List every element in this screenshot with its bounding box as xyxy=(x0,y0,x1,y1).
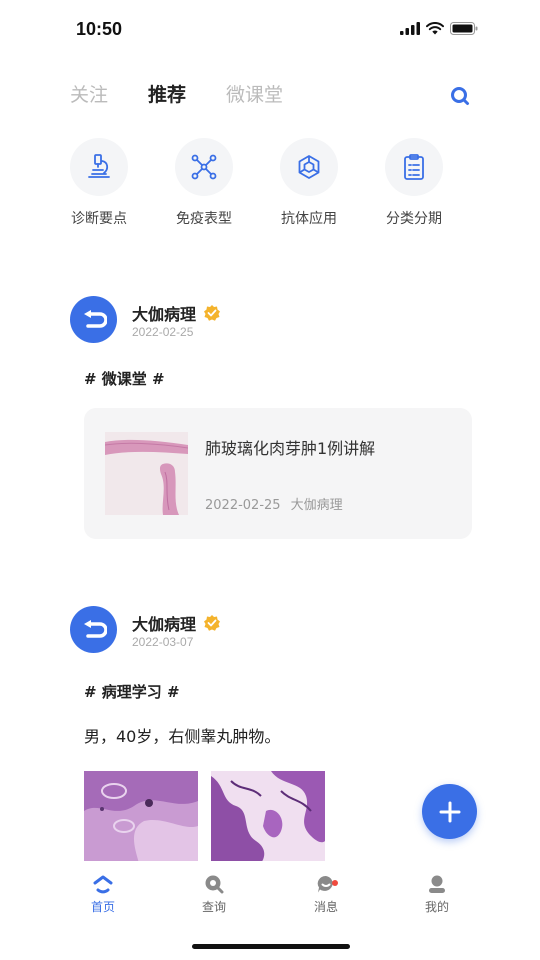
plus-icon xyxy=(439,801,460,822)
post-text: 男，40岁，右侧睾丸肿物。 xyxy=(84,727,281,746)
nav-label: 首页 xyxy=(90,900,115,914)
search-icon xyxy=(205,875,224,894)
post-images xyxy=(84,771,325,863)
card-meta: 2022-02-25 大伽病理 xyxy=(205,494,343,513)
unread-badge xyxy=(332,880,338,886)
author-row[interactable]: 大伽病理 xyxy=(132,611,221,635)
nav-search[interactable]: 查询 xyxy=(184,873,244,915)
nav-label: 查询 xyxy=(201,900,226,914)
card-date: 2022-02-25 xyxy=(205,498,281,513)
logo-icon xyxy=(83,619,107,638)
category-antibody[interactable]: 抗体应用 xyxy=(269,138,349,228)
card-source: 大伽病理 xyxy=(290,498,343,513)
molecule-icon xyxy=(191,154,217,180)
avatar[interactable] xyxy=(70,296,117,343)
nav-home[interactable]: 首页 xyxy=(73,873,133,915)
category-label: 免疫表型 xyxy=(176,211,232,227)
profile-icon xyxy=(429,875,445,893)
category-diagnosis[interactable]: 诊断要点 xyxy=(59,138,139,228)
avatar[interactable] xyxy=(70,606,117,653)
nav-messages[interactable]: 消息 xyxy=(296,873,356,915)
signal-icon xyxy=(400,22,420,35)
post-image[interactable] xyxy=(84,771,198,863)
nav-label: 消息 xyxy=(313,900,338,914)
logo-icon xyxy=(83,309,107,328)
post-topic[interactable]: # 微课堂 # xyxy=(84,368,165,389)
status-time: 10:50 xyxy=(76,19,123,39)
home-icon xyxy=(93,875,113,894)
author-row[interactable]: 大伽病理 xyxy=(132,301,221,325)
category-immunophenotype[interactable]: 免疫表型 xyxy=(164,138,244,228)
verified-badge-icon xyxy=(204,305,221,321)
hexagon-network-icon xyxy=(298,155,320,179)
nav-label: 我的 xyxy=(424,900,449,914)
category-label: 分类分期 xyxy=(386,211,442,227)
top-tabs: 关注 推荐 微课堂 xyxy=(70,80,283,107)
author-name: 大伽病理 xyxy=(132,615,197,634)
post-date: 2022-03-07 xyxy=(132,635,194,649)
verified-badge-icon xyxy=(204,615,221,631)
category-label: 抗体应用 xyxy=(281,211,337,227)
wifi-icon xyxy=(426,22,444,35)
tab-follow[interactable]: 关注 xyxy=(70,80,108,107)
course-card[interactable]: 肺玻璃化肉芽肿1例讲解 2022-02-25 大伽病理 xyxy=(84,408,472,539)
tab-recommend[interactable]: 推荐 xyxy=(148,80,186,107)
nav-profile[interactable]: 我的 xyxy=(407,873,467,915)
card-title: 肺玻璃化肉芽肿1例讲解 xyxy=(205,439,376,458)
post-topic[interactable]: # 病理学习 # xyxy=(84,681,180,702)
search-button[interactable] xyxy=(448,84,472,108)
status-bar: 10:50 xyxy=(0,0,540,60)
clipboard-icon xyxy=(404,154,424,180)
author-name: 大伽病理 xyxy=(132,305,197,324)
category-label: 诊断要点 xyxy=(71,211,127,227)
battery-icon xyxy=(450,22,478,35)
microscope-icon xyxy=(88,154,110,178)
create-post-button[interactable] xyxy=(422,784,477,839)
search-icon xyxy=(451,87,469,105)
post-date: 2022-02-25 xyxy=(132,325,194,339)
tab-micro-class[interactable]: 微课堂 xyxy=(226,80,283,107)
category-staging[interactable]: 分类分期 xyxy=(374,138,454,228)
status-icons xyxy=(400,22,478,35)
home-indicator xyxy=(192,944,350,949)
card-thumbnail xyxy=(105,432,188,515)
post-image[interactable] xyxy=(211,771,325,863)
